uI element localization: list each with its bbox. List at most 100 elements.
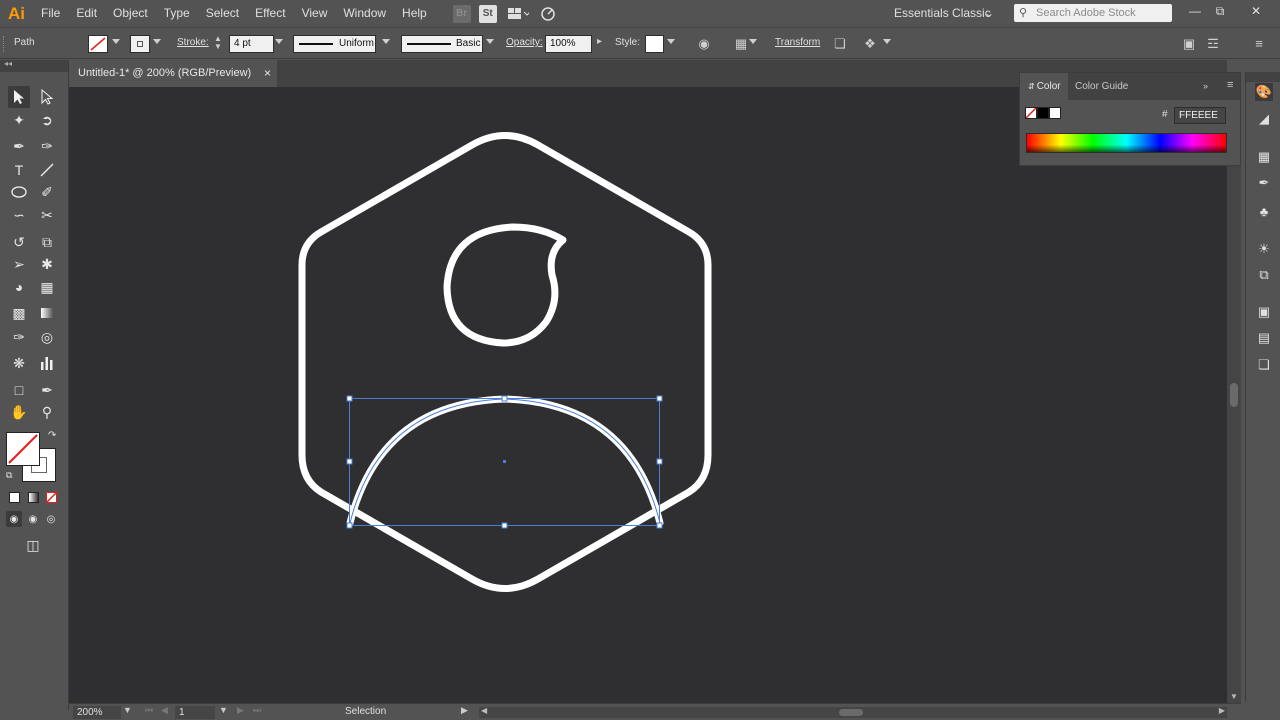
eyedropper-tool-icon[interactable]: ✑ xyxy=(8,326,30,348)
recolor-artwork-icon[interactable]: ◉ xyxy=(696,36,712,52)
perspective-grid-tool-icon[interactable]: ▦ xyxy=(36,276,58,298)
symbols-icon[interactable]: ♣ xyxy=(1255,202,1273,220)
chevron-right-icon[interactable]: ▶ xyxy=(461,705,468,716)
search-stock-input[interactable]: ⚲ Search Adobe Stock xyxy=(1014,4,1172,22)
last-artboard-icon[interactable]: ⏭ xyxy=(253,705,261,716)
chevron-down-icon[interactable] xyxy=(749,39,757,44)
type-tool-icon[interactable]: T xyxy=(8,159,30,181)
collapse-panel-icon[interactable]: » xyxy=(1203,81,1208,91)
menu-view[interactable]: View xyxy=(294,0,336,27)
tab-color[interactable]: ⇵ Color xyxy=(1020,73,1068,100)
menu-type[interactable]: Type xyxy=(156,0,198,27)
tab-color-guide[interactable]: Color Guide xyxy=(1067,73,1136,100)
chevron-down-icon[interactable]: ▼ xyxy=(123,705,132,715)
stock-icon[interactable]: St xyxy=(478,4,497,23)
curvature-tool-icon[interactable]: ✑ xyxy=(36,135,58,157)
horizontal-scrollbar[interactable]: ◀ ▶ xyxy=(479,706,1227,718)
bridge-icon[interactable]: Br xyxy=(452,4,471,23)
stepper-icon[interactable]: ▲ ▼ xyxy=(214,35,222,51)
stroke-panel-icon[interactable]: ☀ xyxy=(1255,240,1273,258)
draw-behind-icon[interactable]: ◉ xyxy=(25,511,41,527)
hand-tool-icon[interactable]: ✋ xyxy=(8,401,30,423)
none-swatch[interactable] xyxy=(1025,107,1037,119)
artboard-tool-icon[interactable]: □ xyxy=(8,379,30,401)
fill-swatch[interactable] xyxy=(88,35,108,53)
fill-color-box[interactable] xyxy=(6,432,40,466)
lasso-tool-icon[interactable]: ➲ xyxy=(36,109,58,131)
selection-tool-icon[interactable] xyxy=(8,86,30,108)
menu-window[interactable]: Window xyxy=(335,0,394,27)
prev-artboard-icon[interactable]: ◀ xyxy=(161,705,168,716)
screen-mode-icon[interactable]: ◫ xyxy=(22,534,44,556)
hexagon-shape[interactable] xyxy=(298,132,712,592)
blend-tool-icon[interactable]: ◎ xyxy=(36,326,58,348)
color-guide-icon[interactable]: ◢ xyxy=(1255,110,1273,128)
slice-tool-icon[interactable]: ✒ xyxy=(36,379,58,401)
gradient-tool-icon[interactable] xyxy=(36,302,58,324)
menu-select[interactable]: Select xyxy=(198,0,247,27)
isolate-icon[interactable]: ❏ xyxy=(832,36,848,52)
head-shape[interactable] xyxy=(443,223,567,347)
scale-tool-icon[interactable]: ⧉ xyxy=(36,231,58,253)
workspace-switcher[interactable]: Essentials Classic ⌄ xyxy=(884,4,1000,23)
draw-inside-icon[interactable]: ◎ xyxy=(43,511,59,527)
control-menu-icon[interactable]: ≡ xyxy=(1251,36,1267,52)
opacity-field[interactable]: 100% xyxy=(545,35,592,53)
default-colors-icon[interactable]: ⧉ xyxy=(6,470,12,481)
none-mode-icon[interactable] xyxy=(46,492,57,503)
scissors-tool-icon[interactable]: ✂ xyxy=(36,204,58,226)
variable-width-profile[interactable]: Uniform xyxy=(293,35,376,53)
rotate-tool-icon[interactable]: ↺ xyxy=(8,231,30,253)
white-swatch[interactable] xyxy=(1049,107,1061,119)
document-tab[interactable]: Untitled-1* @ 200% (RGB/Preview) × xyxy=(69,60,277,87)
swap-icon[interactable]: ↷ xyxy=(48,430,56,441)
chevron-down-icon[interactable] xyxy=(153,39,161,44)
transform-link[interactable]: Transform xyxy=(775,37,820,48)
shape-builder-icon[interactable]: ❖ xyxy=(862,36,878,52)
first-artboard-icon[interactable]: ⏮ xyxy=(145,705,153,716)
color-spectrum[interactable] xyxy=(1026,133,1227,153)
swatches-icon[interactable]: ▦ xyxy=(1255,148,1273,166)
artboard-number-field[interactable]: 1 xyxy=(175,706,215,719)
zoom-field[interactable]: 200% xyxy=(73,706,121,719)
chevron-down-icon[interactable] xyxy=(382,39,390,44)
menu-edit[interactable]: Edit xyxy=(68,0,105,27)
menu-file[interactable]: File xyxy=(33,0,68,27)
zoom-tool-icon[interactable]: ⚲ xyxy=(36,401,58,423)
minimize-icon[interactable]: — xyxy=(1184,2,1206,20)
puppet-warp-tool-icon[interactable]: ✱ xyxy=(36,253,58,275)
transform-panel-icon[interactable]: ▣ xyxy=(1255,303,1273,321)
menu-object[interactable]: Object xyxy=(105,0,156,27)
symbol-sprayer-tool-icon[interactable]: ❋ xyxy=(8,352,30,374)
align-panel-icon[interactable]: ▤ xyxy=(1255,329,1273,347)
line-segment-tool-icon[interactable] xyxy=(36,159,58,181)
brush-definition[interactable]: Basic xyxy=(401,35,483,53)
panel-options-icon[interactable]: ☲ xyxy=(1205,36,1221,52)
shaper-tool-icon[interactable]: ∽ xyxy=(8,204,30,226)
vertical-scrollbar[interactable]: ▼ xyxy=(1227,87,1241,703)
magic-wand-tool-icon[interactable]: ✦ xyxy=(8,109,30,131)
width-tool-icon[interactable]: ➢ xyxy=(8,253,30,275)
paintbrush-tool-icon[interactable]: ✐ xyxy=(36,181,58,203)
pathfinder-icon[interactable]: ❏ xyxy=(1255,356,1273,374)
scroll-left-icon[interactable]: ◀ xyxy=(481,706,487,715)
scroll-right-icon[interactable]: ▶ xyxy=(1219,706,1225,715)
chevron-down-icon[interactable] xyxy=(112,39,120,44)
fill-stroke-widget[interactable]: ↷ ⧉ xyxy=(6,430,58,484)
direct-selection-tool-icon[interactable] xyxy=(36,86,58,108)
shape-builder-tool-icon[interactable]: ◕ xyxy=(8,276,30,298)
next-artboard-icon[interactable]: ▶ xyxy=(237,705,244,716)
chevron-down-icon[interactable] xyxy=(667,39,675,44)
gpu-performance-icon[interactable] xyxy=(539,5,557,23)
black-swatch[interactable] xyxy=(1037,107,1049,119)
hex-color-field[interactable]: FFEEEE xyxy=(1174,107,1226,124)
chevron-down-icon[interactable] xyxy=(883,39,891,44)
chevron-down-icon[interactable] xyxy=(275,39,283,44)
opacity-label[interactable]: Opacity: xyxy=(506,37,543,48)
close-window-icon[interactable]: ✕ xyxy=(1245,2,1267,20)
gradient-mode-icon[interactable] xyxy=(28,492,39,503)
scrollbar-thumb[interactable] xyxy=(839,709,863,716)
graphic-style-swatch[interactable] xyxy=(645,35,664,53)
align-icon[interactable]: ▦ xyxy=(733,36,749,52)
arrange-icon[interactable]: ▣ xyxy=(1181,36,1197,52)
